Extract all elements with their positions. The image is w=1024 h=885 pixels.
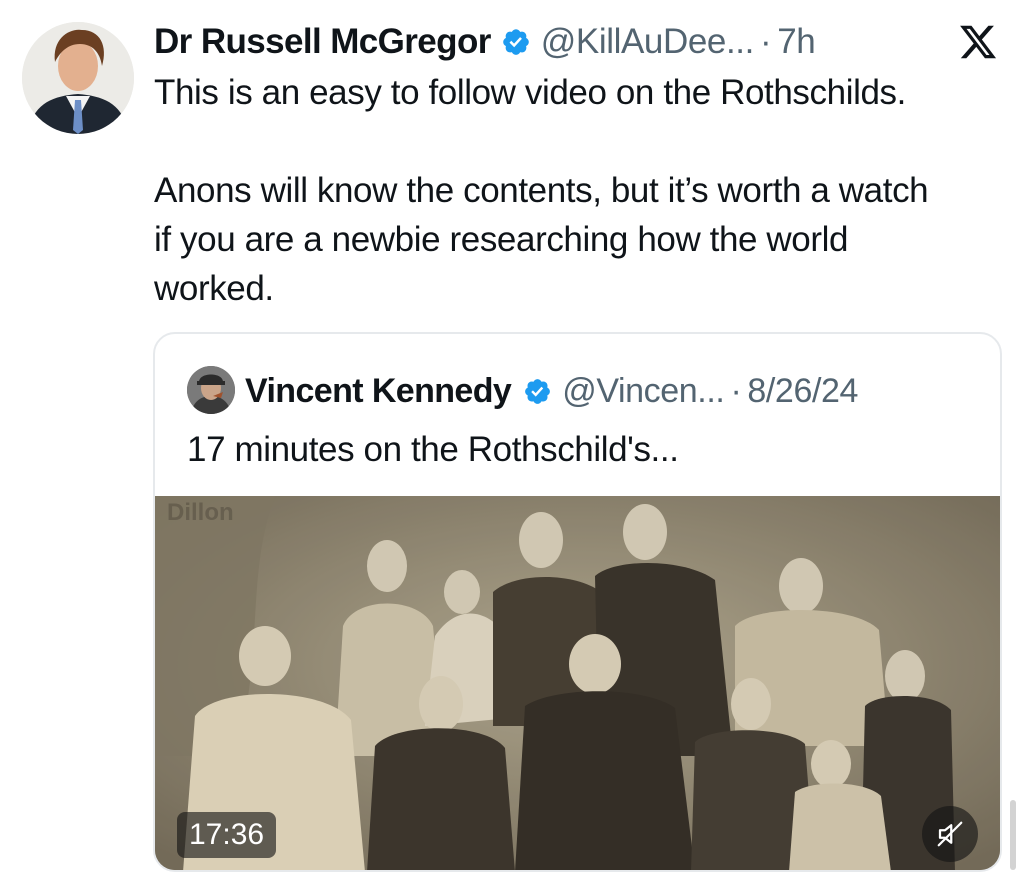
video-thumbnail: Dillon — [155, 496, 1000, 870]
speaker-muted-icon — [937, 821, 963, 847]
author-name[interactable]: Dr Russell McGregor — [154, 22, 491, 62]
video-duration: 17:36 — [177, 812, 277, 858]
quoted-tweet-header: Vincent Kennedy @Vincen... · 8/26/24 — [245, 366, 858, 416]
header-separator: · — [759, 22, 772, 61]
quoted-tweet-text: 17 minutes on the Rothschild's... — [187, 430, 679, 469]
quoted-author-name[interactable]: Vincent Kennedy — [245, 372, 512, 411]
verified-badge-icon — [525, 378, 551, 404]
author-avatar-image — [22, 22, 134, 134]
video-player[interactable]: Dillon 17:36 — [155, 496, 1000, 870]
verified-badge-icon — [502, 29, 529, 55]
quoted-tweet-date[interactable]: 8/26/24 — [747, 372, 858, 411]
tweet-time[interactable]: 7h — [777, 22, 816, 62]
quoted-author-avatar[interactable] — [187, 366, 235, 414]
author-handle[interactable]: @KillAuDee... — [541, 22, 755, 62]
quoted-author-handle[interactable]: @Vincen... — [562, 372, 725, 411]
mute-toggle-button[interactable] — [922, 806, 978, 862]
quoted-author-avatar-image — [187, 366, 235, 414]
tweet-paragraph: This is an easy to follow video on the R… — [154, 73, 906, 112]
quoted-tweet-card[interactable]: Vincent Kennedy @Vincen... · 8/26/24 17 … — [153, 332, 1002, 872]
tweet-text: This is an easy to follow video on the R… — [154, 68, 1004, 313]
tweet-paragraph: Anons will know the contents, but it’s w… — [154, 171, 929, 308]
author-avatar[interactable] — [22, 22, 134, 134]
scrollbar[interactable] — [1010, 800, 1016, 870]
x-logo-icon[interactable] — [958, 22, 998, 62]
quoted-header-separator: · — [730, 371, 742, 410]
tweet-header: Dr Russell McGregor @KillAuDee... · 7h — [154, 18, 1004, 66]
